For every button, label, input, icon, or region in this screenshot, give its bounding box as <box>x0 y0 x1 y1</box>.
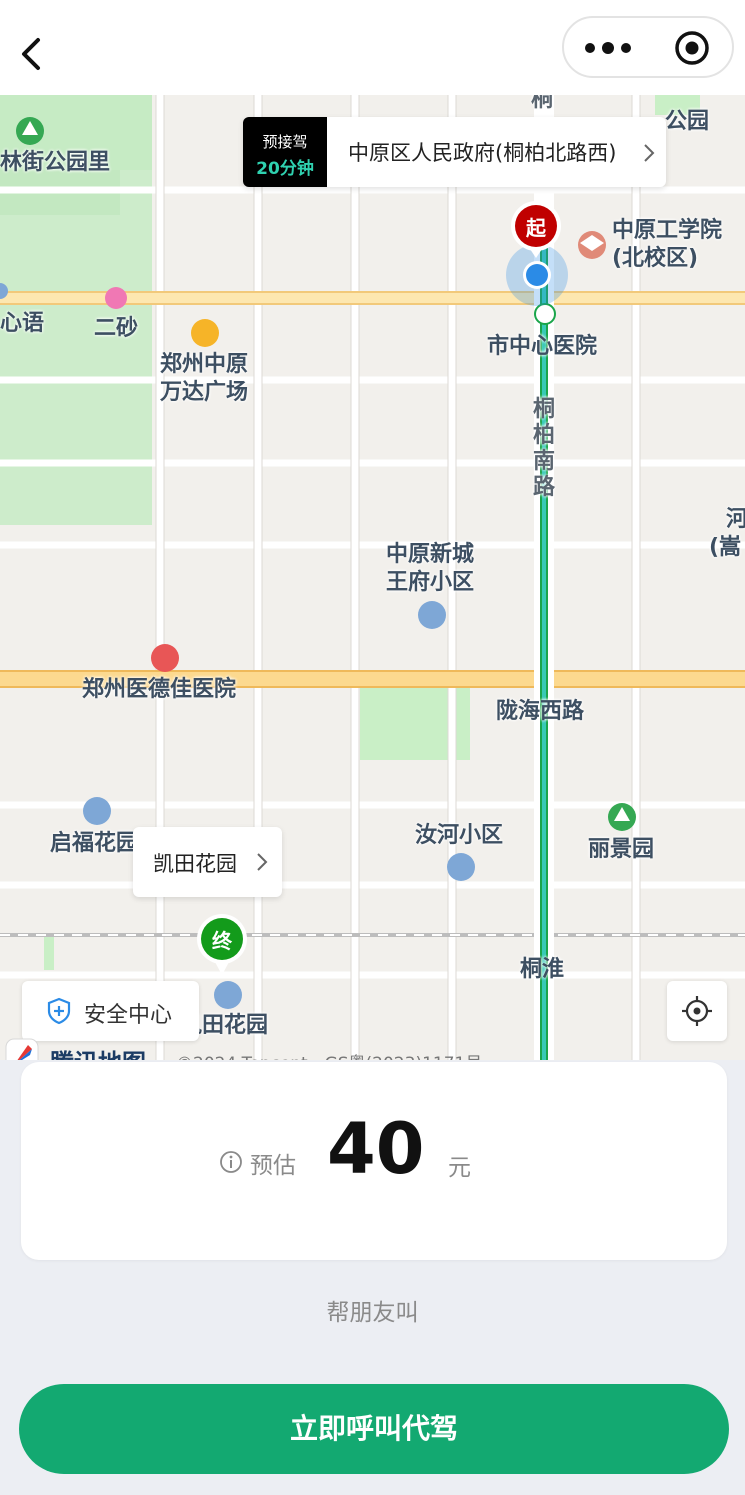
safety-center-label: 安全中心 <box>84 1003 173 1028</box>
poi-wangfu-1: 中原新城 <box>386 542 475 567</box>
poi-school-1: 中原工学院 <box>612 218 723 243</box>
poi-he-2: (嵩 <box>709 535 742 560</box>
poi-he-1: 河 <box>726 507 745 532</box>
fare-amount: 40 <box>327 1108 425 1190</box>
destination-label: 凯田花园 <box>153 852 237 876</box>
close-target-icon[interactable] <box>674 30 710 66</box>
tencent-map-logo-icon <box>5 1038 39 1060</box>
start-marker: 起 <box>510 200 562 260</box>
poi-park-right: 公园 <box>665 109 710 134</box>
pickup-eta-title: 预接驾 <box>262 133 308 151</box>
end-marker: 终 <box>195 913 249 977</box>
poi-tonghuai: 桐淮 <box>520 957 565 982</box>
fare-estimate-card: 预估 40 元 <box>21 1062 727 1260</box>
crosshair-icon <box>682 996 712 1026</box>
poi-qifu: 启福花园 <box>50 831 139 856</box>
call-for-friend-link[interactable]: 帮朋友叫 <box>0 1293 745 1327</box>
fare-label: 预估 <box>250 1153 296 1179</box>
poi-ruhe: 汝河小区 <box>415 823 504 848</box>
map-view[interactable]: 林街公园里 公园 心语 二砂 郑州中原 万达广场 中原工学院 (北校区) 市中心… <box>0 95 745 1060</box>
road-tongbai-top: 桐 <box>531 95 554 112</box>
poi-school-2: (北校区) <box>612 246 699 271</box>
poi-wangfu-2: 王府小区 <box>386 570 475 595</box>
pickup-eta-badge: 预接驾 20分钟 <box>243 117 327 187</box>
fare-unit: 元 <box>448 1155 471 1181</box>
map-logo-text: 腾讯地图 <box>50 1043 146 1060</box>
chevron-right-icon <box>257 853 268 871</box>
back-arrow-icon[interactable] <box>10 28 54 78</box>
poi-ersha: 二砂 <box>94 316 139 341</box>
call-driver-button[interactable]: 立即呼叫代驾 <box>19 1384 729 1474</box>
destination-card[interactable]: 凯田花园 <box>133 827 282 897</box>
chevron-right-icon <box>644 144 655 162</box>
end-marker-text: 终 <box>212 929 232 953</box>
nav-header <box>0 0 745 95</box>
poi-lijing: 丽景园 <box>588 837 655 862</box>
map-copyright: ©2024 Tencent - GS粤(2023)1171号 <box>176 1049 482 1060</box>
relocate-button[interactable] <box>667 981 727 1041</box>
pickup-eta-time: 20分钟 <box>256 159 314 179</box>
poi-wanda-2: 万达广场 <box>160 380 249 405</box>
poi-dejia-hospital: 郑州医德佳医院 <box>82 677 237 702</box>
shield-icon <box>47 997 71 1025</box>
poi-park: 林街公园里 <box>0 150 111 175</box>
mini-program-capsule <box>562 16 734 78</box>
safety-center-button[interactable]: 安全中心 <box>22 981 199 1041</box>
poi-xinyu: 心语 <box>0 311 45 336</box>
poi-city-hospital: 市中心医院 <box>487 334 598 359</box>
pickup-address: 中原区人民政府(桐柏北路西) <box>348 141 617 165</box>
more-icon[interactable] <box>584 38 632 58</box>
poi-wanda-1: 郑州中原 <box>160 352 249 377</box>
start-marker-text: 起 <box>526 216 546 240</box>
pickup-info-card[interactable]: 预接驾 20分钟 中原区人民政府(桐柏北路西) <box>243 117 666 187</box>
road-longhai-west: 陇海西路 <box>496 699 585 724</box>
road-tongbai-south: 桐柏南路 <box>532 397 555 500</box>
info-icon[interactable] <box>219 1150 243 1174</box>
